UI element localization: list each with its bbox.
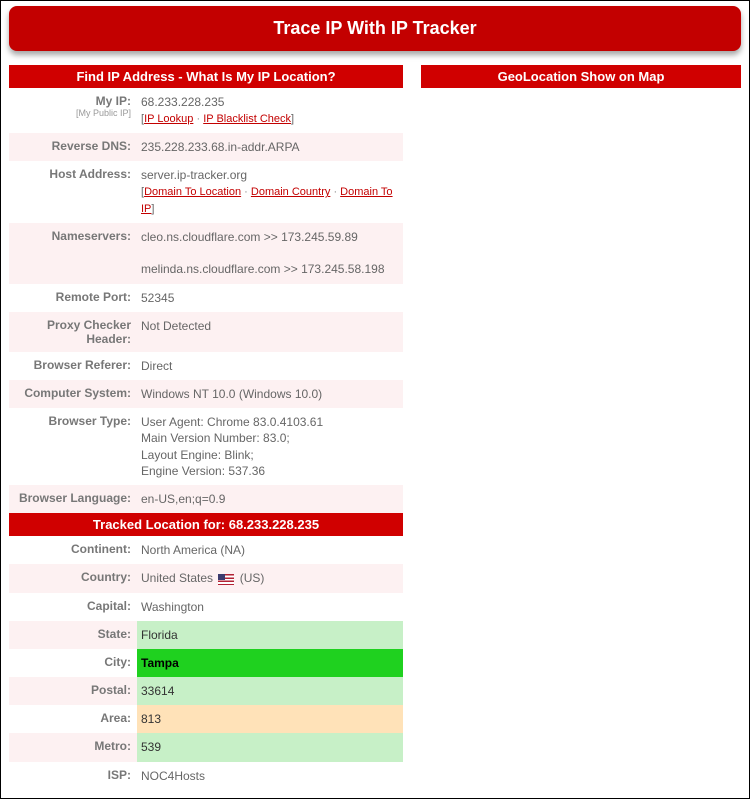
country-code: (US) <box>240 571 265 585</box>
value-country: United States (US) <box>137 564 403 592</box>
left-column: Find IP Address - What Is My IP Location… <box>9 65 403 790</box>
label-my-ip: My IP: [My Public IP] <box>9 88 137 124</box>
link-separator: · <box>333 186 337 198</box>
value-nameservers: cleo.ns.cloudflare.com >> 173.245.59.89 … <box>137 223 403 284</box>
ip-lookup-link[interactable]: IP Lookup <box>144 113 193 125</box>
value-computer-system: Windows NT 10.0 (Windows 10.0) <box>137 380 403 408</box>
label-nameservers: Nameservers: <box>9 223 137 249</box>
label-country: Country: <box>9 564 137 590</box>
label-city: City: <box>9 649 137 675</box>
value-area: 813 <box>137 705 403 733</box>
geolocation-header: GeoLocation Show on Map <box>421 65 741 88</box>
row-postal: Postal: 33614 <box>9 677 403 705</box>
label-continent: Continent: <box>9 536 137 562</box>
label-computer-system: Computer System: <box>9 380 137 406</box>
label-my-ip-sub: [My Public IP] <box>15 108 131 118</box>
label-isp: ISP: <box>9 762 137 788</box>
label-host-address: Host Address: <box>9 161 137 187</box>
label-postal: Postal: <box>9 677 137 703</box>
label-browser-language: Browser Language: <box>9 485 137 511</box>
row-metro: Metro: 539 <box>9 733 403 761</box>
row-browser-type: Browser Type: User Agent: Chrome 83.0.41… <box>9 408 403 485</box>
link-separator: · <box>244 186 248 198</box>
label-capital: Capital: <box>9 593 137 619</box>
value-postal: 33614 <box>137 677 403 705</box>
value-state: Florida <box>137 621 403 649</box>
row-state: State: Florida <box>9 621 403 649</box>
row-nameservers: Nameservers: cleo.ns.cloudflare.com >> 1… <box>9 223 403 284</box>
value-browser-referer: Direct <box>137 352 403 380</box>
row-country: Country: United States (US) <box>9 564 403 592</box>
right-column: GeoLocation Show on Map <box>421 65 741 88</box>
page-container: Trace IP With IP Tracker Find IP Address… <box>0 0 750 799</box>
my-ip-value: 68.233.228.235 <box>141 95 224 109</box>
host-address-value: server.ip-tracker.org <box>141 168 247 182</box>
browser-type-1: User Agent: Chrome 83.0.4103.61 <box>141 414 399 430</box>
browser-type-2: Main Version Number: 83.0; <box>141 430 399 446</box>
row-continent: Continent: North America (NA) <box>9 536 403 564</box>
main-header: Trace IP With IP Tracker <box>9 6 741 51</box>
find-ip-header: Find IP Address - What Is My IP Location… <box>9 65 403 88</box>
value-browser-language: en-US,en;q=0.9 <box>137 485 403 513</box>
columns: Find IP Address - What Is My IP Location… <box>9 65 741 790</box>
row-computer-system: Computer System: Windows NT 10.0 (Window… <box>9 380 403 408</box>
browser-type-4: Engine Version: 537.36 <box>141 463 399 479</box>
label-reverse-dns: Reverse DNS: <box>9 133 137 159</box>
nameserver-1: cleo.ns.cloudflare.com >> 173.245.59.89 <box>141 229 399 245</box>
label-browser-type: Browser Type: <box>9 408 137 434</box>
ip-blacklist-link[interactable]: IP Blacklist Check <box>203 113 291 125</box>
label-my-ip-text: My IP: <box>96 94 131 108</box>
value-host-address: server.ip-tracker.org [Domain To Locatio… <box>137 161 403 223</box>
tracked-rows: Continent: North America (NA) Country: U… <box>9 536 403 790</box>
row-browser-language: Browser Language: en-US,en;q=0.9 <box>9 485 403 513</box>
row-proxy-checker: Proxy Checker Header: Not Detected <box>9 312 403 352</box>
us-flag-icon <box>218 574 234 585</box>
row-remote-port: Remote Port: 52345 <box>9 284 403 312</box>
value-continent: North America (NA) <box>137 536 403 564</box>
tracked-location-header: Tracked Location for: 68.233.228.235 <box>9 513 403 536</box>
row-area: Area: 813 <box>9 705 403 733</box>
country-name: United States <box>141 571 213 585</box>
label-state: State: <box>9 621 137 647</box>
value-browser-type: User Agent: Chrome 83.0.4103.61 Main Ver… <box>137 408 403 485</box>
value-city: Tampa <box>137 649 403 677</box>
value-remote-port: 52345 <box>137 284 403 312</box>
row-browser-referer: Browser Referer: Direct <box>9 352 403 380</box>
row-city: City: Tampa <box>9 649 403 677</box>
row-reverse-dns: Reverse DNS: 235.228.233.68.in-addr.ARPA <box>9 133 403 161</box>
browser-type-3: Layout Engine: Blink; <box>141 447 399 463</box>
value-metro: 539 <box>137 733 403 761</box>
row-my-ip: My IP: [My Public IP] 68.233.228.235 [IP… <box>9 88 403 133</box>
link-separator: · <box>196 113 200 125</box>
value-reverse-dns: 235.228.233.68.in-addr.ARPA <box>137 133 403 161</box>
domain-country-link[interactable]: Domain Country <box>251 186 330 198</box>
nameserver-2: melinda.ns.cloudflare.com >> 173.245.58.… <box>141 261 399 277</box>
label-browser-referer: Browser Referer: <box>9 352 137 378</box>
label-metro: Metro: <box>9 733 137 759</box>
row-capital: Capital: Washington <box>9 593 403 621</box>
value-my-ip: 68.233.228.235 [IP Lookup · IP Blacklist… <box>137 88 403 133</box>
value-capital: Washington <box>137 593 403 621</box>
label-proxy-checker: Proxy Checker Header: <box>9 312 137 352</box>
row-host-address: Host Address: server.ip-tracker.org [Dom… <box>9 161 403 223</box>
ip-info-rows: My IP: [My Public IP] 68.233.228.235 [IP… <box>9 88 403 513</box>
label-area: Area: <box>9 705 137 731</box>
label-remote-port: Remote Port: <box>9 284 137 310</box>
value-isp: NOC4Hosts <box>137 762 403 790</box>
row-isp: ISP: NOC4Hosts <box>9 762 403 790</box>
value-proxy-checker: Not Detected <box>137 312 403 340</box>
domain-to-location-link[interactable]: Domain To Location <box>144 186 241 198</box>
